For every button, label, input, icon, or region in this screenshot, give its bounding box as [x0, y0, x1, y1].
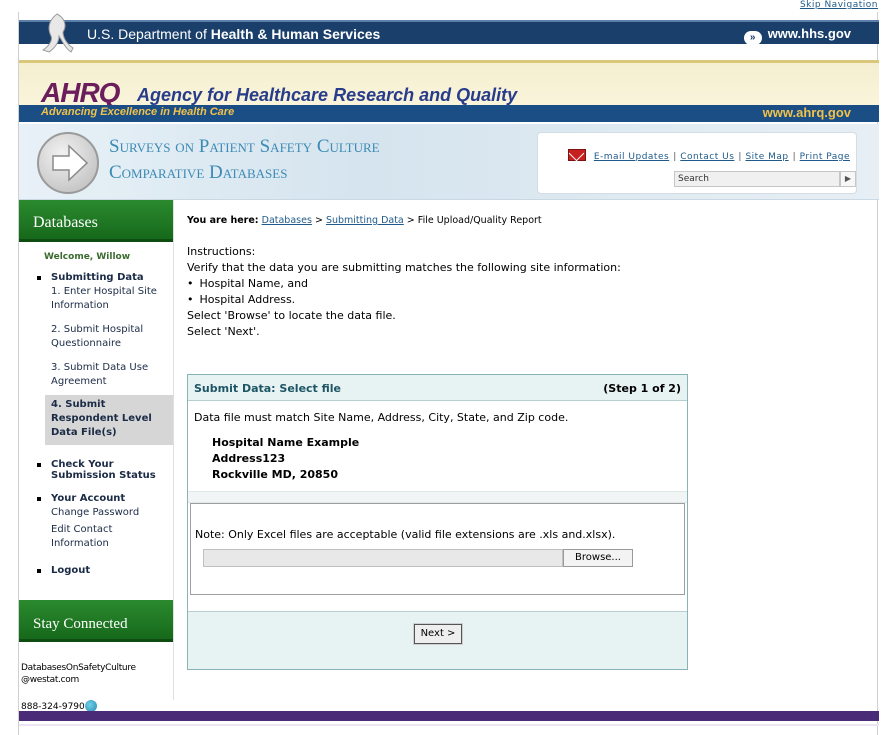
instructions: Instructions: Verify that the data you a…: [187, 244, 621, 340]
email-icon[interactable]: [567, 149, 586, 161]
sidebar-item-step2[interactable]: 2. Submit Hospital Questionnaire: [19, 323, 173, 351]
sops-banner: Surveys on Patient Safety Culture Compar…: [19, 124, 879, 200]
hhs-url-link[interactable]: » www.hhs.gov: [743, 26, 851, 45]
double-chevron-icon: »: [743, 31, 762, 45]
arrow-shape: [52, 144, 89, 182]
skip-navigation-link[interactable]: Skip Navigation: [800, 0, 878, 10]
email-updates-link[interactable]: E-mail Updates: [594, 152, 669, 162]
sidebar: Databases Welcome, Willow Submitting Dat…: [19, 200, 173, 712]
upload-box: Note: Only Excel files are acceptable (v…: [190, 503, 685, 595]
page-frame: U.S. Department of Health & Human Servic…: [18, 12, 879, 735]
hhs-dept-prefix: U.S. Department of: [87, 26, 211, 42]
hospital-name: Hospital Name Example: [212, 436, 360, 449]
ahrq-tagline: Advancing Excellence in Health Care: [41, 106, 235, 118]
sidebar-section-your-account[interactable]: Your Account: [19, 493, 173, 504]
panel-header: Submit Data: Select file (Step 1 of 2): [188, 375, 687, 401]
sidebar-item-change-password[interactable]: Change Password: [19, 506, 173, 520]
footer-bar: [19, 711, 879, 721]
utility-box: E-mail Updates | Contact Us | Site Map | Print…: [537, 132, 857, 194]
link-separator: |: [673, 152, 677, 162]
hhs-eagle-icon: [41, 13, 74, 53]
breadcrumb-separator: >: [314, 215, 323, 226]
panel-footer: Next >: [188, 611, 687, 669]
panel-step-indicator: (Step 1 of 2): [603, 382, 681, 395]
contact-email-line2: @westat.com: [21, 675, 79, 685]
site-map-link[interactable]: Site Map: [745, 152, 788, 162]
contact-us-link[interactable]: Contact Us: [680, 152, 734, 162]
arrow-right-icon: [37, 132, 99, 194]
breadcrumb-label: You are here:: [187, 215, 259, 226]
footer-line: [19, 724, 879, 726]
instructions-line: Select 'Next'.: [187, 325, 260, 338]
ahrq-agency-name[interactable]: Agency for Healthcare Research and Quali…: [137, 85, 517, 106]
print-page-link[interactable]: Print Page: [800, 152, 850, 162]
hospital-address-block: Hospital Name Example Address123 Rockvil…: [212, 435, 359, 483]
hhs-header-bar: U.S. Department of Health & Human Servic…: [19, 13, 879, 53]
instructions-line: Verify that the data you are submitting …: [187, 261, 621, 274]
browse-button[interactable]: Browse...: [563, 549, 633, 567]
sops-title-line2: Comparative Databases: [109, 162, 288, 183]
breadcrumb-submitting-data-link[interactable]: Submitting Data: [326, 215, 404, 226]
sidebar-item-edit-contact[interactable]: Edit Contact Information: [19, 523, 173, 551]
welcome-text: Welcome, Willow: [44, 252, 131, 262]
match-note: Data file must match Site Name, Address,…: [194, 411, 569, 424]
submit-data-panel: Submit Data: Select file (Step 1 of 2) D…: [187, 374, 688, 670]
utility-links: E-mail Updates | Contact Us | Site Map | Print…: [567, 149, 850, 162]
search-submit-icon[interactable]: ▶: [840, 171, 856, 187]
ahrq-banner: AHRQ Agency for Healthcare Research and …: [19, 60, 879, 122]
panel-title: Submit Data: Select file: [194, 382, 342, 395]
sidebar-section-check-status[interactable]: Check Your Submission Status: [19, 459, 173, 481]
instructions-heading: Instructions:: [187, 245, 256, 258]
hospital-address: Address123: [212, 452, 286, 465]
sidebar-item-logout[interactable]: Logout: [19, 565, 173, 576]
hospital-city-state-zip: Rockville MD, 20850: [212, 468, 338, 481]
breadcrumb: You are here: Databases > Submitting Dat…: [187, 215, 542, 226]
stay-connected-heading: Stay Connected: [19, 600, 173, 642]
sidebar-item-step3[interactable]: 3. Submit Data Use Agreement: [19, 361, 173, 389]
sidebar-divider: [173, 200, 174, 700]
sidebar-heading: Databases: [19, 200, 173, 242]
breadcrumb-separator: >: [406, 215, 415, 226]
sops-title-line1: Surveys on Patient Safety Culture: [109, 136, 380, 157]
instructions-line: Select 'Browse' to locate the data file.: [187, 309, 396, 322]
breadcrumb-current: File Upload/Quality Report: [417, 215, 542, 226]
sidebar-item-step4[interactable]: 4. Submit Respondent Level Data File(s): [45, 395, 173, 445]
link-separator: |: [738, 152, 742, 162]
panel-separator: [188, 491, 687, 503]
instructions-bullet: Hospital Address.: [187, 292, 621, 308]
contact-email[interactable]: DatabasesOnSafetyCulture @westat.com: [21, 662, 136, 686]
next-button[interactable]: Next >: [413, 623, 463, 645]
upload-note: Note: Only Excel files are acceptable (v…: [195, 528, 616, 541]
hhs-url-text: www.hhs.gov: [767, 26, 851, 41]
sidebar-item-step1[interactable]: 1. Enter Hospital Site Information: [19, 285, 173, 313]
hhs-department-title[interactable]: U.S. Department of Health & Human Servic…: [87, 26, 380, 42]
instructions-bullet: Hospital Name, and: [187, 276, 621, 292]
sidebar-section-submitting-data[interactable]: Submitting Data: [19, 272, 173, 283]
link-separator: |: [792, 152, 796, 162]
contact-email-line1: DatabasesOnSafetyCulture: [21, 663, 136, 673]
ahrq-subbar: Advancing Excellence in Health Care www.…: [19, 105, 879, 122]
search-input[interactable]: Search: [674, 171, 840, 187]
ahrq-url-link[interactable]: www.ahrq.gov: [763, 105, 851, 120]
breadcrumb-databases-link[interactable]: Databases: [262, 215, 312, 226]
file-path-input[interactable]: [203, 549, 563, 567]
sidebar-nav: Submitting Data 1. Enter Hospital Site I…: [19, 272, 173, 576]
hhs-dept-name: Health & Human Services: [210, 26, 381, 42]
